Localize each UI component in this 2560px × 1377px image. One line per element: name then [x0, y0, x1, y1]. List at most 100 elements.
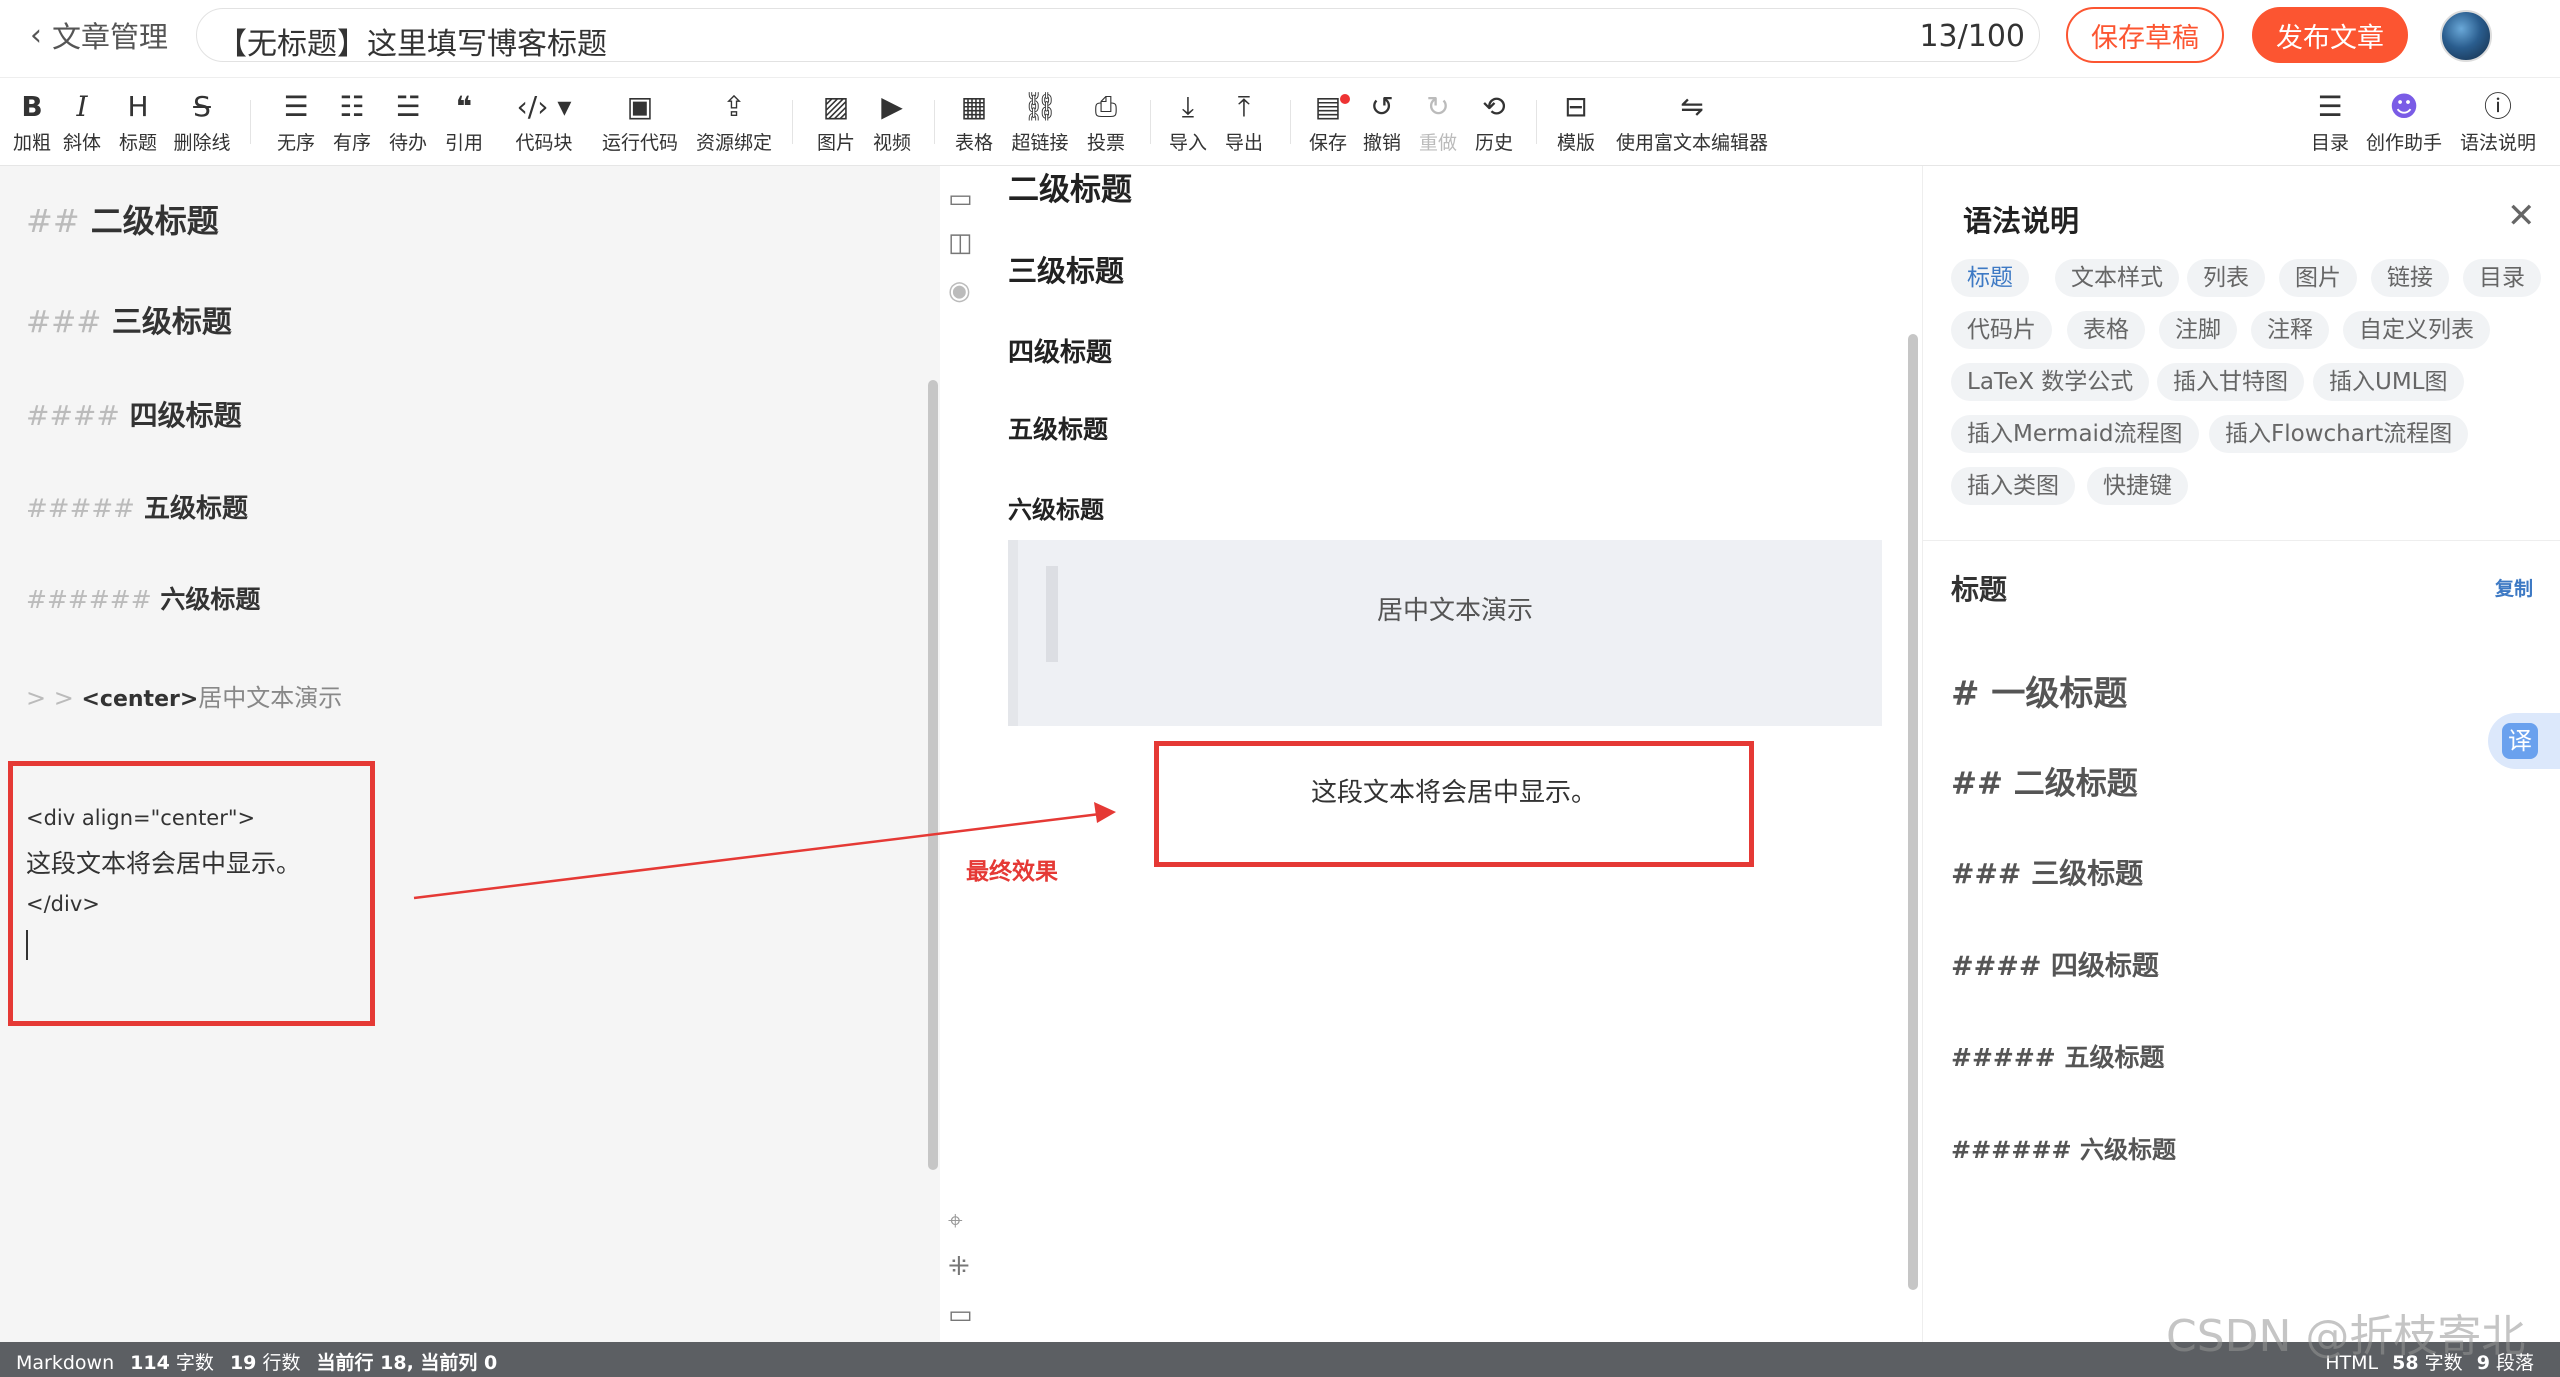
folder-upload-icon: ⇪ — [722, 90, 746, 123]
layout-split-icon[interactable]: ◫ — [948, 228, 973, 258]
layout-single-icon[interactable]: ▭ — [948, 184, 973, 214]
vote-button[interactable]: ⎙ 投票 — [1074, 88, 1138, 155]
chip-code[interactable]: 代码片 — [1951, 311, 2052, 349]
toc-button[interactable]: ☰ 目录 — [2298, 88, 2362, 155]
section-title: 标题 — [1951, 573, 2008, 606]
toolbar-divider — [1536, 100, 1537, 144]
publish-button[interactable]: 发布文章 — [2252, 7, 2408, 63]
chip-table[interactable]: 表格 — [2067, 311, 2145, 349]
video-button[interactable]: ▶ 视频 — [860, 88, 924, 155]
table-button[interactable]: ▦ 表格 — [942, 88, 1006, 155]
italic-button[interactable]: I 斜体 — [50, 88, 114, 155]
quote-button[interactable]: ❝ 引用 — [432, 88, 496, 155]
title-input[interactable]: 【无标题】这里填写博客标题 13/100 — [196, 8, 2040, 62]
heading-icon: H — [127, 90, 149, 123]
export-button[interactable]: ⤒ 导出 — [1212, 88, 1276, 155]
download-icon: ⤓ — [1181, 90, 1195, 123]
chevron-left-icon: ‹ — [30, 17, 42, 53]
chip-list[interactable]: 列表 — [2187, 259, 2265, 297]
import-button[interactable]: ⤓ 导入 — [1156, 88, 1220, 155]
example-h6: ###### 六级标题 — [1951, 1136, 2177, 1164]
upload-icon: ⤒ — [1237, 90, 1251, 123]
chip-heading[interactable]: 标题 — [1951, 259, 2029, 297]
editor-scrollbar[interactable] — [928, 380, 938, 1170]
preview-h6: 六级标题 — [1008, 496, 1104, 524]
unordered-list-button[interactable]: ☰ 无序 — [264, 88, 328, 155]
panel-title: 语法说明 — [1963, 204, 2080, 238]
switch-icon: ⇋ — [1680, 90, 1704, 123]
chip-text-style[interactable]: 文本样式 — [2055, 259, 2179, 297]
monitor-icon[interactable]: ▭ — [948, 1300, 973, 1330]
panel-divider — [1923, 540, 2560, 541]
unsaved-dot — [1340, 94, 1350, 104]
assistant-button[interactable]: ☻ 创作助手 — [2364, 88, 2444, 155]
history-icon: ⟲ — [1482, 90, 1506, 123]
copy-button[interactable]: 复制 — [2495, 574, 2533, 601]
chip-toc[interactable]: 目录 — [2463, 259, 2541, 297]
back-label: 文章管理 — [52, 20, 169, 54]
history-button[interactable]: ⟲ 历史 — [1462, 88, 1526, 155]
run-code-button[interactable]: ▣ 运行代码 — [600, 88, 680, 155]
syntax-help-button[interactable]: ⓘ 语法说明 — [2458, 88, 2538, 155]
preview-h4: 四级标题 — [1008, 338, 1113, 368]
list-bullet-icon: ☰ — [283, 90, 309, 123]
chip-gantt[interactable]: 插入甘特图 — [2157, 363, 2304, 401]
watermark: CSDN @折枝寄北 — [2166, 1311, 2526, 1362]
chip-class-diagram[interactable]: 插入类图 — [1951, 467, 2075, 505]
save-draft-button[interactable]: 保存草稿 — [2066, 7, 2224, 63]
markdown-editor[interactable]: ## 二级标题 ### 三级标题 #### 四级标题 ##### 五级标题 ##… — [0, 166, 940, 1342]
robot-icon: ☻ — [2389, 90, 2419, 123]
back-link[interactable]: ‹ 文章管理 — [30, 14, 168, 56]
editor-line-h6: ###### 六级标题 — [26, 585, 261, 614]
undo-icon: ↺ — [1370, 90, 1394, 123]
preview-scrollbar[interactable] — [1908, 334, 1918, 1290]
syntax-help-panel: 语法说明 ✕ 标题 文本样式 列表 图片 链接 目录 代码片 表格 注脚 注释 … — [1922, 166, 2560, 1342]
eye-icon[interactable]: ◉ — [948, 276, 971, 306]
chip-uml[interactable]: 插入UML图 — [2313, 363, 2464, 401]
status-line-count: 19 — [229, 1352, 257, 1374]
locate-icon[interactable]: ⌖ — [948, 1206, 963, 1237]
redo-button[interactable]: ↻ 重做 — [1406, 88, 1470, 155]
chip-flowchart[interactable]: 插入Flowchart流程图 — [2209, 415, 2469, 453]
chip-mermaid[interactable]: 插入Mermaid流程图 — [1951, 415, 2199, 453]
bold-icon: B — [21, 90, 43, 123]
avatar[interactable] — [2440, 10, 2492, 62]
todo-list-button[interactable]: ☱ 待办 — [376, 88, 440, 155]
help-icon: ⓘ — [2483, 90, 2512, 123]
example-h1: # 一级标题 — [1951, 674, 2128, 714]
translate-button[interactable]: 译 — [2488, 713, 2560, 769]
chip-custom-list[interactable]: 自定义列表 — [2343, 311, 2490, 349]
drag-icon[interactable]: ⁜ — [948, 1252, 970, 1282]
toolbar-divider — [1290, 100, 1291, 144]
undo-button[interactable]: ↺ 撤销 — [1350, 88, 1414, 155]
chip-latex[interactable]: LaTeX 数学公式 — [1951, 363, 2150, 401]
resource-bind-button[interactable]: ⇪ 资源绑定 — [694, 88, 774, 155]
rich-editor-button[interactable]: ⇋ 使用富文本编辑器 — [1610, 88, 1774, 155]
example-h2: ## 二级标题 — [1951, 766, 2138, 802]
editor-line-h5: ##### 五级标题 — [26, 494, 249, 524]
chip-footnote[interactable]: 注脚 — [2159, 311, 2237, 349]
italic-icon: I — [76, 90, 88, 123]
toolbar-divider — [934, 100, 935, 144]
chip-link[interactable]: 链接 — [2371, 259, 2449, 297]
preview-h5: 五级标题 — [1008, 415, 1109, 444]
annotation-box-source — [8, 761, 375, 1026]
chip-comment[interactable]: 注释 — [2251, 311, 2329, 349]
strikethrough-button[interactable]: S 删除线 — [170, 88, 234, 155]
vote-icon: ⎙ — [1094, 90, 1118, 123]
codeblock-button[interactable]: ‹/› ▾ 代码块 — [508, 88, 580, 155]
ordered-list-button[interactable]: ☷ 有序 — [320, 88, 384, 155]
chip-image[interactable]: 图片 — [2279, 259, 2357, 297]
save-icon: ▤ — [1314, 90, 1342, 123]
template-button[interactable]: ⊟ 模版 — [1544, 88, 1608, 155]
close-icon[interactable]: ✕ — [2507, 196, 2536, 236]
link-button[interactable]: ⛓ 超链接 — [1008, 88, 1072, 155]
preview-blockquote: 居中文本演示 — [1008, 540, 1882, 726]
terminal-icon: ▣ — [626, 90, 654, 123]
example-h3: ### 三级标题 — [1951, 857, 2144, 890]
video-icon: ▶ — [881, 90, 903, 123]
status-mode: Markdown — [16, 1352, 115, 1374]
heading-button[interactable]: H 标题 — [106, 88, 170, 155]
image-button[interactable]: ▨ 图片 — [804, 88, 868, 155]
chip-shortcuts[interactable]: 快捷键 — [2087, 467, 2188, 505]
